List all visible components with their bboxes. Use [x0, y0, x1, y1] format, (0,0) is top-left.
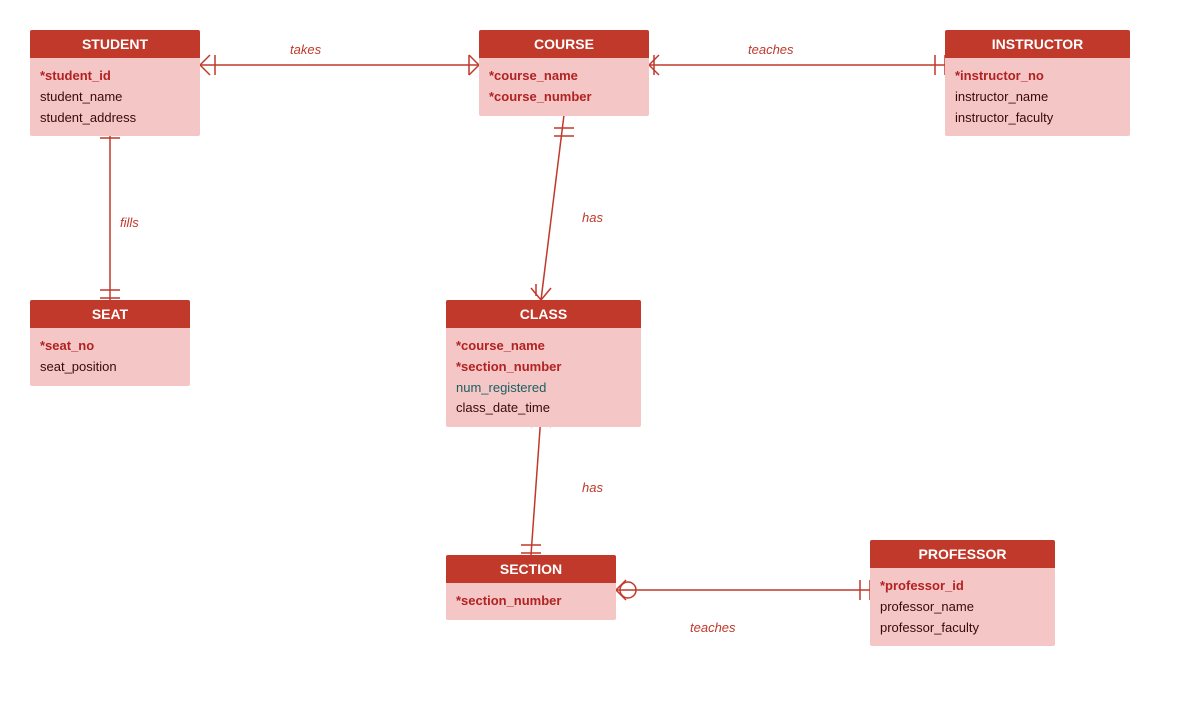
field-student-id: *student_id: [40, 66, 190, 87]
rel-takes: takes: [290, 42, 321, 57]
field-student-name: student_name: [40, 87, 190, 108]
entity-seat-header: SEAT: [30, 300, 190, 328]
field-course-name: *course_name: [489, 66, 639, 87]
field-instructor-name: instructor_name: [955, 87, 1120, 108]
field-professor-id: *professor_id: [880, 576, 1045, 597]
field-seat-no: *seat_no: [40, 336, 180, 357]
field-class-num-registered: num_registered: [456, 378, 631, 399]
entity-instructor-body: *instructor_no instructor_name instructo…: [945, 58, 1130, 136]
field-professor-faculty: professor_faculty: [880, 618, 1045, 639]
entity-class-body: *course_name *section_number num_registe…: [446, 328, 641, 427]
entity-professor: PROFESSOR *professor_id professor_name p…: [870, 540, 1055, 646]
field-class-section-number: *section_number: [456, 357, 631, 378]
diagram-canvas: STUDENT *student_id student_name student…: [0, 0, 1201, 724]
field-student-address: student_address: [40, 108, 190, 129]
rel-has-class-section: has: [582, 480, 603, 495]
entity-student: STUDENT *student_id student_name student…: [30, 30, 200, 136]
entity-course: COURSE *course_name *course_number: [479, 30, 649, 116]
field-class-course-name: *course_name: [456, 336, 631, 357]
entity-course-body: *course_name *course_number: [479, 58, 649, 116]
entity-student-body: *student_id student_name student_address: [30, 58, 200, 136]
field-section-number: *section_number: [456, 591, 606, 612]
rel-fills: fills: [120, 215, 139, 230]
entity-class: CLASS *course_name *section_number num_r…: [446, 300, 641, 427]
rel-teaches-instructor: teaches: [748, 42, 794, 57]
field-course-number: *course_number: [489, 87, 639, 108]
field-seat-position: seat_position: [40, 357, 180, 378]
entity-seat-body: *seat_no seat_position: [30, 328, 190, 386]
entity-section-body: *section_number: [446, 583, 616, 620]
field-professor-name: professor_name: [880, 597, 1045, 618]
entity-section: SECTION *section_number: [446, 555, 616, 620]
entity-student-header: STUDENT: [30, 30, 200, 58]
entity-seat: SEAT *seat_no seat_position: [30, 300, 190, 386]
rel-has-course-class: has: [582, 210, 603, 225]
entity-professor-header: PROFESSOR: [870, 540, 1055, 568]
field-instructor-no: *instructor_no: [955, 66, 1120, 87]
entity-course-header: COURSE: [479, 30, 649, 58]
field-instructor-faculty: instructor_faculty: [955, 108, 1120, 129]
entity-instructor: INSTRUCTOR *instructor_no instructor_nam…: [945, 30, 1130, 136]
entity-instructor-header: INSTRUCTOR: [945, 30, 1130, 58]
field-class-date-time: class_date_time: [456, 398, 631, 419]
entity-section-header: SECTION: [446, 555, 616, 583]
rel-teaches-professor: teaches: [690, 620, 736, 635]
entity-class-header: CLASS: [446, 300, 641, 328]
entity-professor-body: *professor_id professor_name professor_f…: [870, 568, 1055, 646]
